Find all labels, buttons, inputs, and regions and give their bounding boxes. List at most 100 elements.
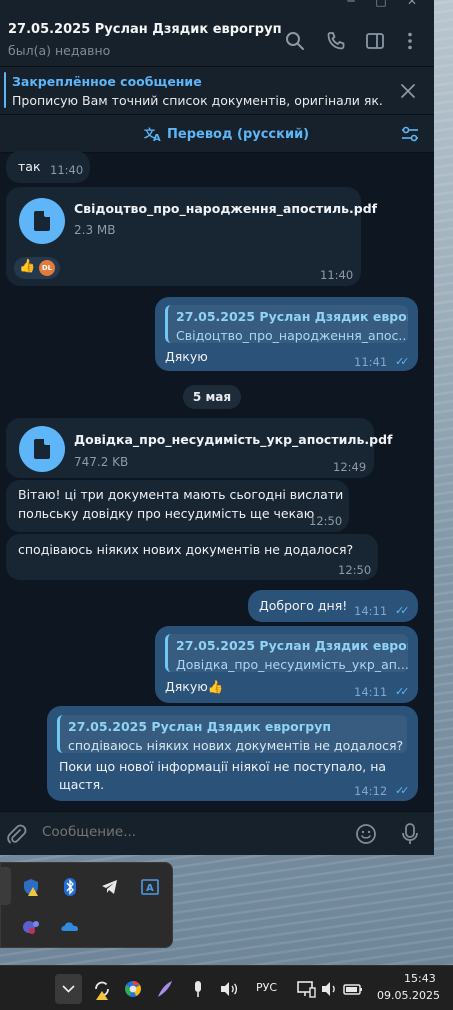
message-incoming[interactable]: сподіваюсь ніяких нових документів не до… xyxy=(6,534,378,580)
bluetooth-icon[interactable] xyxy=(60,877,80,897)
translate-icon: 文 A xyxy=(144,126,161,142)
thumbs-up-icon: 👍 xyxy=(19,259,36,274)
read-checkmarks-icon: ✓✓ xyxy=(395,604,410,617)
file-size: 747.2 KB xyxy=(74,455,129,469)
pinned-accent-bar xyxy=(4,72,6,108)
message-text: Доброго дня! xyxy=(259,598,348,613)
file-name[interactable]: Свідоцтво_про_народження_апостиль.pdf xyxy=(74,201,377,216)
microphone-icon[interactable] xyxy=(399,822,421,846)
reaction-avatar: DL xyxy=(39,260,55,276)
sync-warning-icon[interactable] xyxy=(89,976,115,1002)
volume-icon[interactable] xyxy=(216,976,242,1002)
windows-taskbar: РУС 15:43 09.05.2025 xyxy=(0,965,453,1010)
document-icon[interactable] xyxy=(19,198,65,244)
message-time: 14:11 xyxy=(354,604,388,618)
file-name[interactable]: Довідка_про_несудимість_укр_апостиль.pdf xyxy=(74,432,392,447)
telegram-window: ─ □ ✕ 27.05.2025 Руслан Дзядик еврогруп … xyxy=(0,0,434,855)
maximize-icon[interactable]: □ xyxy=(374,0,388,8)
search-icon[interactable] xyxy=(284,30,306,52)
message-outgoing[interactable]: 27.05.2025 Руслан Дзядик еврогруп Довідк… xyxy=(155,626,418,703)
date-separator: 5 мая xyxy=(183,385,241,409)
reply-quote[interactable]: 27.05.2025 Руслан Дзядик еврогруп Довідк… xyxy=(165,634,408,672)
pinned-text: Прописую Вам точний список документів, о… xyxy=(12,93,382,108)
message-time: 12:50 xyxy=(338,563,372,577)
message-list[interactable]: так 11:40 Свідоцтво_про_народження_апост… xyxy=(0,151,434,811)
reaction-badge[interactable]: 👍 DL xyxy=(14,257,60,279)
chat-header[interactable]: 27.05.2025 Руслан Дзядик еврогруп был(а)… xyxy=(0,8,434,67)
message-text: Дякую xyxy=(165,349,208,364)
translate-button[interactable]: 文 A Перевод (русский) xyxy=(144,126,309,142)
message-time: 12:50 xyxy=(309,514,343,528)
translate-bar: 文 A Перевод (русский) xyxy=(0,115,434,153)
translate-label: Перевод (русский) xyxy=(167,126,310,142)
message-text-line: польську довідку про несудимість ще чека… xyxy=(18,506,315,521)
telegram-tray-icon[interactable] xyxy=(100,877,120,897)
close-icon[interactable] xyxy=(398,81,418,101)
message-file-incoming[interactable]: Свідоцтво_про_народження_апостиль.pdf 2.… xyxy=(6,187,377,286)
settings-sliders-icon[interactable] xyxy=(400,124,420,144)
clock-date[interactable]: 09.05.2025 xyxy=(377,989,440,1002)
read-checkmarks-icon: ✓✓ xyxy=(395,355,410,368)
message-outgoing[interactable]: Доброго дня! 14:11 ✓✓ xyxy=(248,590,418,622)
reply-text: Довідка_про_несудимість_укр_ап... xyxy=(176,657,408,672)
message-incoming[interactable]: Вітаю! ці три документа мають сьогодні в… xyxy=(6,480,349,532)
chat-title[interactable]: 27.05.2025 Руслан Дзядик еврогруп xyxy=(8,22,282,37)
minimize-icon[interactable]: ─ xyxy=(344,0,358,8)
microphone-tray-icon[interactable] xyxy=(185,976,211,1002)
sidebar-toggle-icon[interactable] xyxy=(364,30,386,52)
message-time: 11:40 xyxy=(50,163,84,177)
keyboard-layout-icon[interactable]: A xyxy=(140,877,160,897)
message-time: 14:11 xyxy=(354,685,388,699)
pen-feather-icon[interactable] xyxy=(152,976,178,1002)
read-checkmarks-icon: ✓✓ xyxy=(395,685,410,698)
close-window-icon[interactable]: ✕ xyxy=(405,0,419,8)
phone-icon[interactable] xyxy=(325,30,347,52)
tray-selected-indicator xyxy=(1,867,11,905)
window-titlebar: ─ □ ✕ xyxy=(0,0,434,8)
message-time: 11:40 xyxy=(320,268,354,282)
reply-author: 27.05.2025 Руслан Дзядик еврогруп xyxy=(176,638,408,653)
chat-status: был(а) недавно xyxy=(8,43,111,58)
message-input[interactable] xyxy=(42,824,342,840)
message-composer xyxy=(0,811,434,855)
emoji-icon[interactable] xyxy=(355,823,377,845)
reply-author: 27.05.2025 Руслан Дзядик еврогруп xyxy=(176,309,408,324)
message-time: 11:41 xyxy=(354,355,388,369)
message-text-line: Поки що нової інформації ніякої не посту… xyxy=(59,759,387,774)
attach-paperclip-icon[interactable] xyxy=(5,823,27,845)
reply-author: 27.05.2025 Руслан Дзядик еврогруп xyxy=(68,719,332,734)
reply-text: Свідоцтво_про_народження_апос... xyxy=(176,328,408,343)
tray-overflow-popup: A xyxy=(0,862,173,948)
message-text: так xyxy=(18,159,41,174)
message-file-incoming[interactable]: Довідка_про_несудимість_укр_апостиль.pdf… xyxy=(6,418,392,478)
battery-icon[interactable] xyxy=(340,976,366,1002)
message-text: Дякую👍 xyxy=(165,679,224,694)
input-language-indicator[interactable]: РУС xyxy=(256,981,277,994)
message-text-line: щастя. xyxy=(59,777,105,792)
more-menu-icon[interactable] xyxy=(399,30,421,52)
pinned-title: Закреплённое сообщение xyxy=(12,74,202,89)
onedrive-icon[interactable] xyxy=(60,917,80,937)
reply-quote[interactable]: 27.05.2025 Руслан Дзядик еврогруп Свідоц… xyxy=(165,305,408,343)
volume-tray-icon[interactable] xyxy=(316,976,342,1002)
chevron-down-icon xyxy=(62,985,75,993)
reply-quote[interactable]: 27.05.2025 Руслан Дзядик еврогруп сподів… xyxy=(57,715,407,753)
svg-text:A: A xyxy=(146,883,154,894)
message-time: 12:49 xyxy=(333,460,367,474)
message-outgoing[interactable]: 27.05.2025 Руслан Дзядик еврогруп Свідоц… xyxy=(155,297,418,371)
document-icon[interactable] xyxy=(19,426,65,472)
pinned-message[interactable]: Закреплённое сообщение Прописую Вам точн… xyxy=(0,67,434,115)
show-hidden-icons-button[interactable] xyxy=(55,974,82,1004)
svg-text:A: A xyxy=(153,133,161,142)
teams-icon[interactable] xyxy=(21,917,41,937)
reply-text: сподіваюсь ніяких нових документів не до… xyxy=(68,738,404,753)
message-time: 14:12 xyxy=(354,784,388,798)
read-checkmarks-icon: ✓✓ xyxy=(395,784,410,797)
message-text-line: Вітаю! ці три документа мають сьогодні в… xyxy=(18,487,344,502)
browser-icon[interactable] xyxy=(120,976,146,1002)
security-warning-icon[interactable] xyxy=(21,877,41,897)
clock-time[interactable]: 15:43 xyxy=(404,972,436,985)
message-incoming[interactable]: так 11:40 xyxy=(6,151,90,183)
file-size: 2.3 MB xyxy=(74,223,116,237)
message-outgoing[interactable]: 27.05.2025 Руслан Дзядик еврогруп сподів… xyxy=(47,706,418,801)
